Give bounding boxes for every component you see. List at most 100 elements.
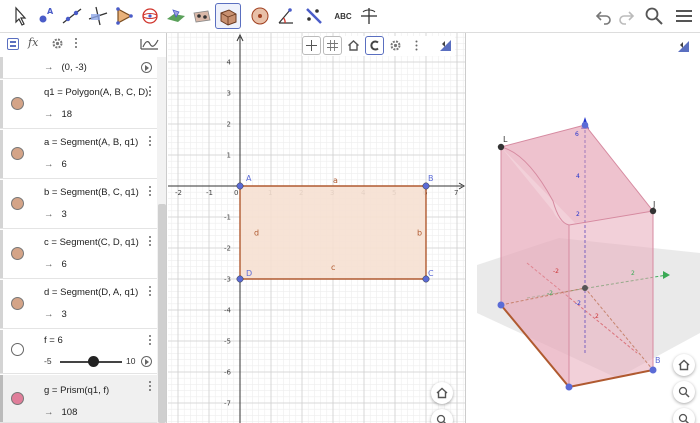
circle-tool-icon[interactable] (137, 3, 163, 29)
slider-min: -5 (44, 356, 52, 366)
sphere-tool-icon[interactable] (247, 3, 273, 29)
algebra-view-icon[interactable] (7, 38, 19, 50)
algebra-row-a[interactable]: a = Segment(A, B, q1) → 6 (0, 130, 157, 179)
y-tick-label: 1 (227, 152, 231, 160)
row-definition: q1 = Polygon(A, B, C, D) (44, 87, 149, 98)
undo-icon[interactable] (593, 5, 615, 27)
row-definition: a = Segment(A, B, q1) (44, 137, 139, 148)
algebra-scrollbar[interactable] (157, 57, 166, 423)
reflect-tool-icon[interactable] (301, 3, 327, 29)
visibility-toggle[interactable] (11, 97, 24, 110)
row-definition: f = 6 (44, 335, 63, 346)
visibility-toggle[interactable] (11, 197, 24, 210)
z-tick-neg2: -2 (575, 300, 581, 307)
x-tick-label: -2 (175, 189, 182, 197)
zoom-in-3d-icon[interactable] (673, 381, 695, 403)
point-A[interactable] (236, 182, 244, 190)
row-more-icon[interactable] (149, 86, 152, 98)
gear-icon[interactable] (51, 37, 64, 55)
3d-scene[interactable]: L J B 2 4 6 -2 2 -2 2 -2 (467, 33, 700, 423)
point-B[interactable] (649, 366, 657, 374)
slider-max: 10 (126, 356, 136, 366)
algebra-row-partial[interactable]: → (0, -3) (0, 57, 157, 79)
y-tick-label: -6 (224, 369, 232, 377)
coordinate-plane[interactable]: -2-1012345674321-1-2-3-4-5-6-7abcdABCD (168, 33, 466, 423)
axes-toggle-icon[interactable] (302, 36, 321, 55)
toggle-stylebar-3d-icon[interactable] (674, 37, 693, 56)
rotate-view-tool-icon[interactable] (356, 3, 382, 29)
more-icon[interactable] (75, 38, 78, 50)
row-more-icon[interactable] (149, 186, 152, 198)
visibility-toggle[interactable] (11, 297, 24, 310)
y-tick-label: -5 (224, 338, 231, 346)
toggle-stylebar-icon[interactable] (436, 36, 455, 55)
home-view-icon[interactable] (344, 36, 363, 55)
label-B: B (655, 356, 661, 365)
toolbar: A ABC (0, 0, 700, 33)
graphics-toggle-icon[interactable] (140, 37, 160, 56)
svg-text:A: A (47, 7, 54, 16)
segment-label-a: a (333, 176, 338, 185)
menu-icon[interactable] (673, 5, 695, 27)
graphics-more-icon[interactable] (407, 36, 426, 55)
algebra-row-q1[interactable]: q1 = Polygon(A, B, C, D) → 18 (0, 80, 157, 129)
point-tool-icon[interactable]: A (33, 3, 59, 29)
point-top[interactable] (581, 121, 589, 129)
play-icon[interactable] (141, 356, 152, 367)
perpendicular-tool-icon[interactable] (85, 3, 111, 29)
zoom-out-3d-icon[interactable] (673, 408, 695, 423)
slider-handle[interactable] (88, 356, 99, 367)
row-value: → 6 (44, 159, 67, 170)
algebra-row-f[interactable]: f = 6 -5 10 (0, 330, 157, 374)
visibility-toggle[interactable] (11, 147, 24, 160)
line-tool-icon[interactable] (59, 3, 85, 29)
algebra-list: → (0, -3) q1 = Polygon(A, B, C, D) → 18 a … (0, 57, 157, 423)
row-more-icon[interactable] (149, 236, 152, 248)
algebra-row-c[interactable]: c = Segment(C, D, q1) → 6 (0, 230, 157, 279)
algebra-view: fx → (0, -3) q1 = Polygon(A, B, C, D) → 18 (0, 33, 167, 423)
redo-icon[interactable] (615, 5, 637, 27)
scrollbar-thumb[interactable] (158, 204, 166, 423)
y-tick-label: 4 (227, 59, 232, 67)
point-C3d[interactable] (565, 383, 573, 391)
row-more-icon[interactable] (149, 381, 152, 393)
move-tool-icon[interactable] (7, 3, 33, 29)
point-L[interactable] (497, 143, 505, 151)
intersect-tool-icon[interactable] (189, 3, 215, 29)
angle-tool-icon[interactable] (273, 3, 299, 29)
row-definition: g = Prism(q1, f) (44, 385, 110, 396)
row-more-icon[interactable] (149, 335, 152, 347)
point-label-B: B (428, 174, 434, 183)
grid-toggle-icon[interactable] (323, 36, 342, 55)
point-D[interactable] (236, 275, 244, 283)
point-B[interactable] (422, 182, 430, 190)
row-value: → 108 (44, 407, 78, 418)
row-value: → 3 (44, 309, 67, 320)
segment-label-b: b (417, 229, 422, 238)
plane-tool-icon[interactable] (163, 3, 189, 29)
row-more-icon[interactable] (149, 136, 152, 148)
text-tool-icon[interactable]: ABC (330, 3, 356, 29)
origin-point[interactable] (582, 285, 588, 291)
y-tick-label: -3 (224, 276, 231, 284)
prism-tool-icon[interactable] (215, 3, 241, 29)
graphics-2d-view[interactable]: -2-1012345674321-1-2-3-4-5-6-7abcdABCD (168, 33, 466, 423)
visibility-toggle[interactable] (11, 343, 24, 356)
algebra-row-g[interactable]: g = Prism(q1, f) → 108 (0, 375, 157, 423)
row-more-icon[interactable] (149, 286, 152, 298)
visibility-toggle[interactable] (11, 392, 24, 405)
algebra-row-d[interactable]: d = Segment(D, A, q1) → 3 (0, 280, 157, 329)
home-zoom-3d-icon[interactable] (673, 354, 695, 376)
algebra-row-b[interactable]: b = Segment(B, C, q1) → 3 (0, 180, 157, 229)
point-D3d[interactable] (497, 301, 505, 309)
home-zoom-icon[interactable] (431, 382, 453, 404)
point-capturing-icon[interactable] (365, 36, 384, 55)
graphics-3d-view[interactable]: L J B 2 4 6 -2 2 -2 2 -2 (467, 33, 700, 423)
play-icon[interactable] (141, 62, 152, 73)
visibility-toggle[interactable] (11, 247, 24, 260)
input-fx-icon[interactable]: fx (28, 36, 38, 49)
search-icon[interactable] (643, 5, 665, 27)
polygon-tool-icon[interactable] (111, 3, 137, 29)
point-label-C: C (428, 269, 434, 278)
graphics-settings-icon[interactable] (386, 36, 405, 55)
